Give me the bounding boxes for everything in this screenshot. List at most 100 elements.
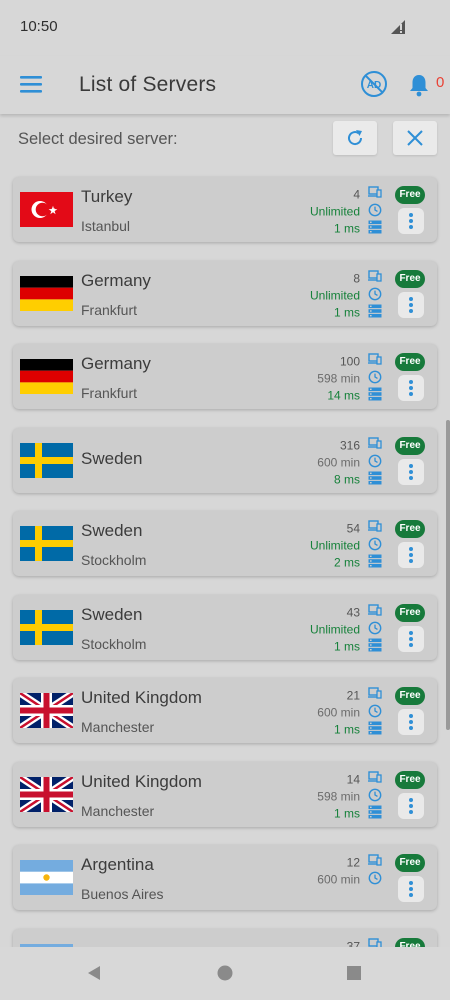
clock-icon [368, 621, 383, 638]
ping-value: 8 ms [333, 471, 360, 486]
more-options-button[interactable] [398, 876, 424, 902]
ping-value: 2 ms [333, 555, 360, 570]
free-badge: Free [395, 353, 425, 371]
more-vertical-icon [409, 797, 413, 814]
server-stats: 14 598 min 1 ms [317, 771, 360, 822]
server-city: Istanbul [81, 218, 131, 234]
recent-apps-icon[interactable] [346, 965, 362, 981]
sweden-flag-icon [20, 526, 73, 561]
more-options-button[interactable] [398, 542, 424, 568]
server-stat-icons [368, 937, 383, 947]
devices-icon [368, 687, 383, 704]
back-icon[interactable] [86, 965, 102, 981]
close-icon [407, 130, 423, 146]
more-options-button[interactable] [398, 291, 424, 318]
clock-icon [368, 788, 383, 805]
scrollbar[interactable] [446, 420, 450, 730]
ping-value: 1 ms [333, 221, 360, 236]
server-stats: 37 [347, 938, 360, 947]
server-stat-icons [368, 770, 383, 822]
more-vertical-icon [409, 463, 413, 480]
server-stat-icons [368, 687, 383, 738]
free-badge: Free [395, 603, 425, 622]
session-time: 598 min [317, 371, 360, 386]
session-time: 600 min [317, 454, 360, 469]
germany-flag-icon [20, 275, 73, 311]
session-time: Unlimited [309, 287, 360, 302]
ping-value: 1 ms [333, 638, 360, 653]
home-icon[interactable] [217, 965, 233, 981]
refresh-button[interactable] [333, 121, 377, 155]
server-city: Frankfurt [81, 385, 138, 401]
more-options-button[interactable] [398, 208, 424, 234]
more-options-button[interactable] [398, 458, 424, 485]
server-city: Frankfurt [81, 301, 138, 318]
ping-value: 14 ms [327, 388, 360, 403]
more-vertical-icon [409, 380, 413, 396]
server-card[interactable]: United Kingdom Manchester 14 598 min 1 ms Fre… [13, 761, 437, 827]
session-time: Unlimited [309, 538, 360, 553]
server-stat-icons [368, 436, 383, 488]
server-card[interactable]: Germany Frankfurt 8 Unlimited 1 ms Free [13, 260, 437, 326]
no-ads-icon[interactable]: AD [360, 70, 388, 98]
server-stat-icons [368, 603, 383, 655]
server-country: Sweden [81, 604, 143, 624]
session-time: 598 min [317, 788, 360, 803]
server-stats: 21 600 min 1 ms [317, 687, 360, 738]
free-badge: Free [395, 269, 425, 288]
server-city: Stockholm [81, 635, 147, 652]
devices-icon [368, 770, 383, 788]
server-card[interactable]: Turkey Istanbul 4 Unlimited 1 ms Free [13, 177, 437, 242]
free-badge: Free [395, 854, 425, 872]
server-card[interactable]: Sweden 316 600 min 8 ms Free [13, 427, 437, 493]
server-stats: 54 Unlimited 2 ms [310, 520, 360, 571]
close-button[interactable] [393, 121, 437, 155]
sweden-flag-icon [20, 609, 73, 645]
ping-value: 1 ms [333, 805, 360, 820]
hamburger-menu-icon[interactable] [20, 76, 42, 93]
server-list[interactable]: Turkey Istanbul 4 Unlimited 1 ms Free Germany F… [0, 162, 450, 947]
user-count: 21 [346, 688, 360, 703]
server-stack-icon [368, 220, 383, 237]
more-vertical-icon [409, 881, 413, 897]
server-country: Argentina [81, 855, 154, 874]
user-count: 12 [346, 855, 360, 870]
uk-flag-icon [20, 693, 73, 728]
server-city: Stockholm [81, 552, 147, 568]
more-options-button[interactable] [398, 709, 424, 735]
clock-icon [368, 871, 383, 888]
ping-value: 1 ms [333, 304, 360, 319]
server-country: Sweden [81, 448, 143, 468]
server-stack-icon [368, 554, 383, 571]
server-card[interactable]: Germany Frankfurt 100 598 min 14 ms Free [13, 344, 437, 409]
more-options-button[interactable] [398, 625, 424, 652]
bell-icon[interactable] [408, 73, 430, 97]
server-country: United Kingdom [81, 771, 202, 791]
devices-icon [368, 186, 383, 203]
server-country: United Kingdom [81, 688, 202, 707]
server-card[interactable]: Sweden Stockholm 54 Unlimited 2 ms Free [13, 511, 437, 576]
server-stack-icon [368, 471, 383, 488]
devices-icon [368, 937, 383, 947]
server-stats: 43 Unlimited 1 ms [310, 604, 360, 655]
more-options-button[interactable] [398, 792, 424, 819]
server-card[interactable]: Argentina Buenos Aires 12 600 min Free [13, 845, 437, 910]
server-city: Manchester [81, 802, 155, 819]
more-options-button[interactable] [398, 375, 424, 401]
server-card[interactable]: Sweden Stockholm 43 Unlimited 1 ms Free [13, 594, 437, 660]
session-time: Unlimited [309, 204, 360, 219]
session-time: 600 min [317, 705, 360, 720]
select-server-label: Select desired server: [18, 130, 178, 148]
sweden-flag-icon [20, 442, 73, 478]
server-card[interactable]: United Kingdom Manchester 21 600 min 1 ms Fre… [13, 678, 437, 743]
app-bar: List of Servers AD 0 [0, 56, 450, 114]
clock-icon [368, 704, 383, 721]
free-badge: Free [395, 687, 425, 705]
clock-icon [368, 370, 383, 387]
server-country: Germany [81, 270, 151, 290]
server-stat-icons [368, 520, 383, 571]
server-card[interactable]: Argentina37Free [13, 928, 437, 947]
server-stack-icon [368, 721, 383, 738]
server-city: Manchester [81, 719, 155, 735]
server-stat-icons [368, 353, 383, 404]
